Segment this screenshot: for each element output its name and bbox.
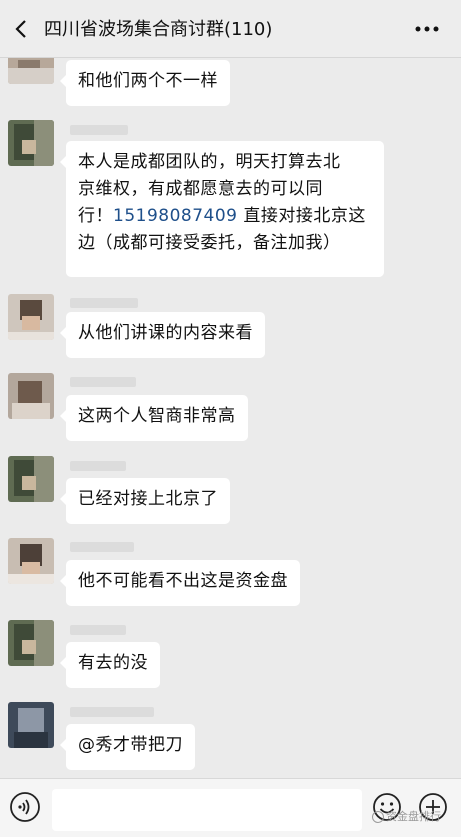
message-input[interactable] bbox=[52, 789, 362, 831]
message-text: 直接对接北京这 bbox=[237, 206, 366, 226]
chat-message-list[interactable]: 和他们两个不一样 本人是成都团队的，明天打算去北 京维权，有成都愿意去的可以同 … bbox=[0, 58, 461, 778]
avatar[interactable] bbox=[8, 456, 54, 502]
watermark-text: 资金盘排行 bbox=[386, 810, 441, 823]
watermark-logo-icon bbox=[372, 811, 384, 823]
sender-name bbox=[70, 298, 138, 308]
message-line: 边（成都可接受委托，备注加我） bbox=[78, 233, 341, 253]
message-bubble: 已经对接上北京了 bbox=[60, 478, 230, 524]
avatar[interactable] bbox=[8, 294, 54, 340]
message-text: 行！ bbox=[78, 206, 113, 226]
avatar[interactable] bbox=[8, 120, 54, 166]
watermark: 资金盘排行 bbox=[372, 808, 441, 824]
sender-name bbox=[70, 377, 136, 387]
message-bubble: 和他们两个不一样 bbox=[60, 60, 230, 106]
phone-number-link[interactable]: 15198087409 bbox=[113, 206, 237, 226]
message-line: 行！15198087409 直接对接北京这 bbox=[78, 203, 372, 230]
message-bubble: @秀才带把刀 bbox=[60, 724, 195, 770]
avatar[interactable] bbox=[8, 373, 54, 419]
avatar[interactable] bbox=[8, 58, 54, 84]
sender-name bbox=[70, 542, 134, 552]
sender-name bbox=[70, 125, 128, 135]
voice-icon[interactable] bbox=[9, 791, 41, 823]
message-bubble: 从他们讲课的内容来看 bbox=[60, 312, 265, 358]
avatar[interactable] bbox=[8, 620, 54, 666]
message-line: 本人是成都团队的，明天打算去北 bbox=[78, 152, 341, 172]
message-bubble: 本人是成都团队的，明天打算去北 京维权，有成都愿意去的可以同 行！1519808… bbox=[60, 141, 384, 277]
sender-name bbox=[70, 707, 154, 717]
avatar[interactable] bbox=[8, 538, 54, 584]
sender-name bbox=[70, 461, 126, 471]
message-bubble: 这两个人智商非常高 bbox=[60, 395, 248, 441]
sender-name bbox=[70, 625, 126, 635]
chevron-left-icon[interactable] bbox=[12, 19, 32, 39]
chat-title: 四川省波场集合商讨群(110) bbox=[44, 19, 273, 40]
message-bubble: 他不可能看不出这是资金盘 bbox=[60, 560, 300, 606]
more-horizontal-icon[interactable] bbox=[414, 24, 440, 34]
message-line: 京维权，有成都愿意去的可以同 bbox=[78, 179, 323, 199]
avatar[interactable] bbox=[8, 702, 54, 748]
message-bubble: 有去的没 bbox=[60, 642, 160, 688]
chat-header: 四川省波场集合商讨群(110) bbox=[0, 0, 461, 58]
